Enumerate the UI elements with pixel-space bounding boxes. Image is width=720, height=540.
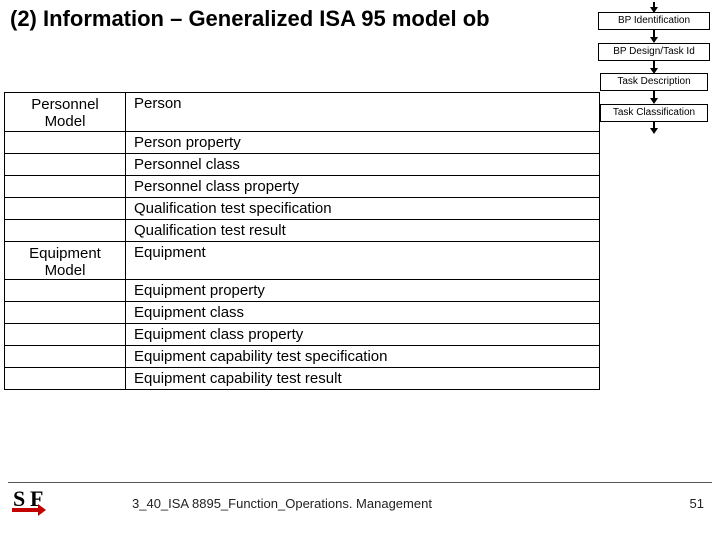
model-item: Equipment [126,242,600,280]
model-item: Equipment class [126,302,600,323]
flow-box-task-classification: Task Classification [600,104,708,122]
sf-logo-icon: S F [10,486,52,528]
arrow-down-icon [650,128,658,134]
model-item: Qualification test result [126,220,600,241]
model-item: Person [126,93,600,131]
model-heading-empty: . [4,324,126,345]
model-heading-empty: . [4,132,126,153]
model-heading-empty: . [4,368,126,389]
table-row: Equipment Model Equipment [4,242,600,281]
table-row: . Equipment capability test result [4,368,600,390]
model-item: Personnel class property [126,176,600,197]
model-heading-empty: . [4,198,126,219]
model-item: Qualification test specification [126,198,600,219]
model-heading-empty: . [4,154,126,175]
model-heading-empty: . [4,302,126,323]
model-heading-empty: . [4,220,126,241]
table-row: . Equipment class property [4,324,600,346]
model-item: Equipment capability test result [126,368,600,389]
model-heading-equipment: Equipment Model [4,242,126,280]
flow-box-bp-design: BP Design/Task Id [598,43,710,61]
page-number: 51 [690,496,704,511]
logo-arrow-icon [38,504,46,516]
model-item: Equipment capability test specification [126,346,600,367]
heading-line: Model [45,262,86,279]
flow-box-task-description: Task Description [600,73,708,91]
table-row: . Person property [4,132,600,154]
table-row: . Equipment capability test specificatio… [4,346,600,368]
model-heading-empty: . [4,176,126,197]
heading-line: Model [45,113,86,130]
footer-text: 3_40_ISA 8895_Function_Operations. Manag… [132,496,432,511]
model-item: Equipment property [126,280,600,301]
model-item: Equipment class property [126,324,600,345]
model-item: Personnel class [126,154,600,175]
table-row: . Equipment class [4,302,600,324]
model-heading-personnel: Personnel Model [4,93,126,131]
model-heading-empty: . [4,280,126,301]
table-row: . Qualification test result [4,220,600,242]
table-row: . Personnel class [4,154,600,176]
model-table: Personnel Model Person . Person property… [4,92,600,390]
table-row: Personnel Model Person [4,93,600,132]
model-heading-empty: . [4,346,126,367]
table-row: . Equipment property [4,280,600,302]
footer-divider [8,482,712,483]
flow-box-bp-identification: BP Identification [598,12,710,30]
table-row: . Qualification test specification [4,198,600,220]
heading-line: Personnel [31,96,99,113]
slide-footer: 3_40_ISA 8895_Function_Operations. Manag… [0,482,720,522]
table-row: . Personnel class property [4,176,600,198]
slide-title: (2) Information – Generalized ISA 95 mod… [10,6,490,32]
heading-line: Equipment [29,245,101,262]
model-item: Person property [126,132,600,153]
